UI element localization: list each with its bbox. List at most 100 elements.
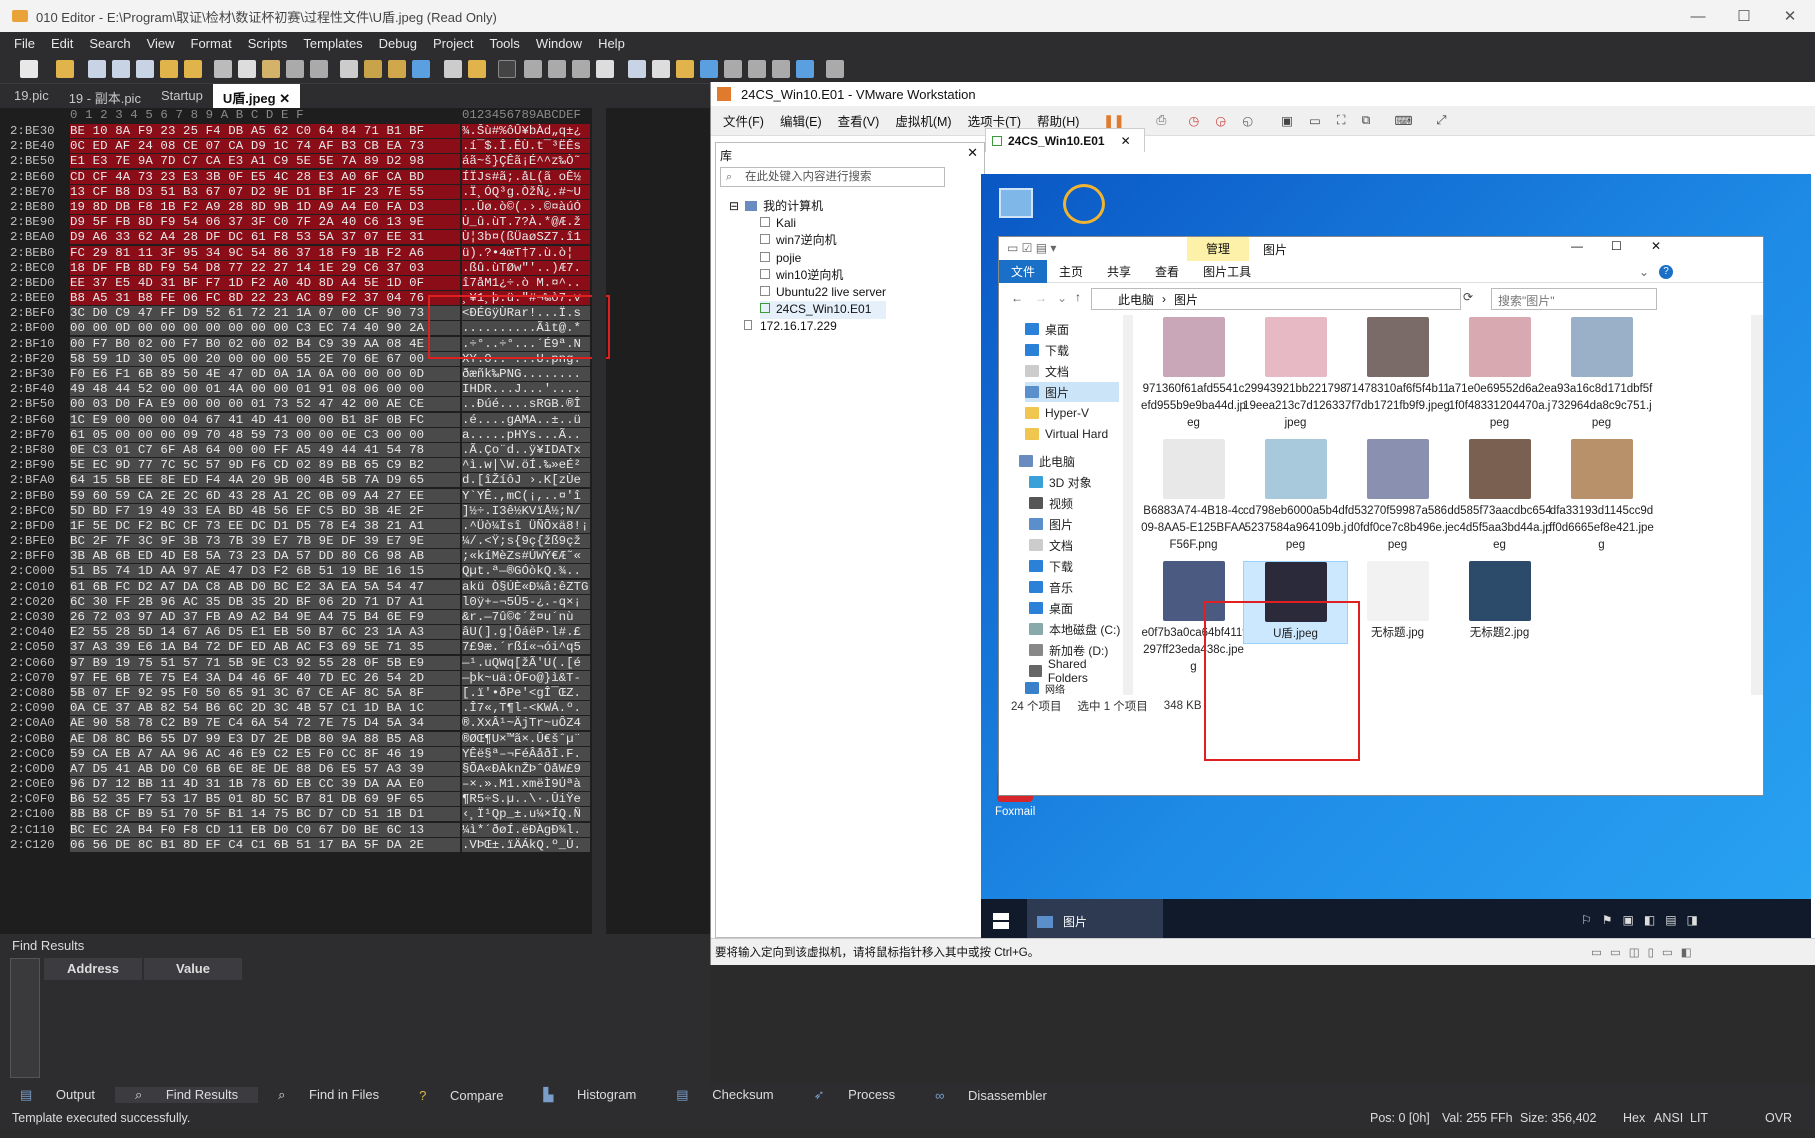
hex-ascii[interactable]: Qµt.ª—®GÓòkQ.¾..	[462, 564, 590, 579]
hex-bytes[interactable]: E2 55 28 5D 14 67 A6 D5 E1 EB 50 B7 6C 2…	[70, 625, 460, 640]
hex-ascii[interactable]: [.ï'•ðPe'<gÎ¯ŒZ.	[462, 685, 590, 700]
tree-remote-host[interactable]: 172.16.17.229	[744, 319, 837, 333]
file-item[interactable]: 71478310af6f5f4b117f7db1721fb9f9.jpeg	[1345, 317, 1450, 415]
nav-this-pc[interactable]: 此电脑	[1019, 451, 1075, 471]
hex-ascii[interactable]: ;«kíMèZs#ÚWÝ€Æ˜«	[462, 549, 590, 564]
copy-icon[interactable]	[238, 60, 256, 78]
nav-drive-c[interactable]: 本地磁盘 (C:)	[1029, 619, 1120, 639]
hex-bytes[interactable]: CD CF 4A 73 23 E3 3B 0F E5 4C 28 E3 A0 6…	[70, 169, 460, 184]
hex-bytes[interactable]: 00 03 D0 FA E9 00 00 00 01 73 52 47 42 0…	[70, 397, 460, 412]
histogram-icon[interactable]	[700, 60, 718, 78]
status-ansi[interactable]: ANSI	[1654, 1111, 1683, 1125]
text-mode-icon[interactable]	[524, 60, 542, 78]
tab-19-pic[interactable]: 19.pic	[0, 84, 59, 108]
ribbon-manage[interactable]: 管理	[1187, 237, 1249, 261]
tree-my-computer[interactable]: ⊟ 我的计算机	[729, 197, 823, 214]
menu-file[interactable]: File	[0, 36, 43, 51]
nav-pc-pictures[interactable]: 图片	[1029, 514, 1073, 534]
vm-menu-file[interactable]: 文件(F)	[711, 111, 772, 130]
paragraph-icon[interactable]	[548, 60, 566, 78]
up-icon[interactable]: ↑	[1075, 290, 1081, 304]
vm-item-pojie[interactable]: pojie	[760, 250, 886, 267]
hex-bytes[interactable]: 3C D0 C9 47 FF D9 52 61 72 21 1A 07 00 C…	[70, 306, 460, 321]
navicat-desktop-icon[interactable]	[1063, 184, 1105, 224]
ribbon-tab-picture-tools[interactable]: 图片工具	[1191, 260, 1263, 283]
refresh-icon[interactable]: ⟳	[1463, 290, 1473, 304]
hex-bytes[interactable]: 97 B9 19 75 51 57 71 5B 9E C3 92 55 28 0…	[70, 655, 460, 670]
menu-window[interactable]: Window	[528, 36, 590, 51]
collapse-icon[interactable]: ⊟	[729, 199, 739, 213]
save-all-icon[interactable]	[136, 60, 154, 78]
mov-icon[interactable]	[772, 60, 790, 78]
hex-ascii[interactable]: áã~š}ÇÊã¡É^^z‰Ò˜	[462, 154, 590, 169]
hex-ascii[interactable]: Y`YÊ.,mC(¡,..¤'î	[462, 488, 590, 503]
hex-ascii[interactable]: .í¯$.Î.ÊÙ.t¯³ËÊs	[462, 139, 590, 154]
hex-bytes[interactable]: AE D8 8C B6 55 D7 99 E3 D7 2E DB 80 9A 8…	[70, 731, 460, 746]
menu-format[interactable]: Format	[183, 36, 240, 51]
tab-checksum[interactable]: ▤ Checksum	[656, 1087, 793, 1103]
hex-bytes[interactable]: 13 CF B8 D3 51 B3 67 07 D2 9E D1 BF 1F 2…	[70, 184, 460, 199]
hex-bytes[interactable]: 61 05 00 00 00 09 70 48 59 73 00 00 0E C…	[70, 427, 460, 442]
bookmark-icon[interactable]	[444, 60, 462, 78]
compare-icon[interactable]	[676, 60, 694, 78]
hex-bytes[interactable]: 1C E9 00 00 00 04 67 41 4D 41 00 00 B1 8…	[70, 412, 460, 427]
hex-bytes[interactable]: 0E C3 01 C7 6F A8 64 00 00 FF A5 49 44 4…	[70, 442, 460, 457]
hex-ascii[interactable]: ‹¸Ï¹Qp_±.u¼×ÍQ.Ñ	[462, 807, 590, 822]
hex-ascii[interactable]: .VÞŒ±.ïÄÁkQ.º_Ú.	[462, 837, 590, 852]
nav-documents[interactable]: 文档	[1025, 361, 1069, 381]
minimize-button[interactable]: —	[1675, 0, 1721, 32]
hex-ascii[interactable]: .é....gAMA..±..ü	[462, 412, 590, 427]
explorer-search-input[interactable]: 搜索"图片"	[1491, 288, 1657, 310]
save-as-icon[interactable]	[112, 60, 130, 78]
vm-item-24cs[interactable]: 24CS_Win10.E01	[760, 301, 887, 319]
tab-find-in-files[interactable]: ⌕ Find in Files	[258, 1087, 399, 1103]
hex-ascii[interactable]: l0ÿ+–¬5Û5-¿.-q×¡	[462, 594, 590, 609]
nav-pc-downloads[interactable]: 下载	[1029, 556, 1073, 576]
send-keys-icon[interactable]: ⎙	[1132, 113, 1174, 128]
vm-device-icons[interactable]: ▭▭◫▯▭◧	[1591, 945, 1700, 959]
hex-bytes[interactable]: 96 D7 12 BB 11 4D 31 1B 78 6D EB CC 39 D…	[70, 777, 460, 792]
hex-bytes[interactable]: A7 D5 41 AB D0 C0 6B 6E 8E DE 88 D6 E5 5…	[70, 761, 460, 776]
hex-bytes[interactable]: 18 DF FB 8D F9 54 D8 77 22 27 14 1E 29 C…	[70, 260, 460, 275]
col-value[interactable]: Value	[144, 958, 242, 980]
hex-bytes[interactable]: 58 59 1D 30 05 00 20 00 00 00 55 2E 70 6…	[70, 351, 460, 366]
open-file-icon[interactable]	[56, 60, 74, 78]
menu-project[interactable]: Project	[425, 36, 481, 51]
hex-ascii[interactable]: Ù¦3b¤(ßÜaøSZ7.î1	[462, 230, 590, 245]
library-view-icon[interactable]: ▣	[1261, 113, 1301, 128]
script-icon[interactable]	[796, 60, 814, 78]
hex-ascii[interactable]: a.....pHYs...Ã..	[462, 427, 590, 442]
find-in-files-icon[interactable]	[388, 60, 406, 78]
file-item[interactable]: cd798eb6000a5b4df5237584a964109b.jpeg	[1243, 439, 1348, 554]
hex-ascii[interactable]: ðæñk‰PNG........	[462, 367, 590, 381]
breadcrumb-pictures[interactable]: 图片	[1174, 291, 1198, 308]
ribbon-tab-share[interactable]: 共享	[1095, 260, 1143, 283]
paste-icon[interactable]	[262, 60, 280, 78]
vm-tab[interactable]: 24CS_Win10.E01 ✕	[985, 128, 1145, 152]
tray-icons[interactable]: ⚐⚑▣◧▤◨	[1581, 913, 1708, 927]
hex-ascii[interactable]: ..Ðúé....sRGB.®Î	[462, 397, 590, 412]
nav-pictures[interactable]: 图片	[1025, 382, 1119, 402]
hex-bytes[interactable]: 26 72 03 97 AD 37 FB A9 A2 B4 9E A4 75 B…	[70, 610, 460, 624]
tab-process[interactable]: ➶ Process	[794, 1087, 916, 1103]
file-item[interactable]: 971360f61afd5541cefd955b9e9ba44d.jpeg	[1141, 317, 1246, 432]
menu-search[interactable]: Search	[81, 36, 138, 51]
hex-ascii[interactable]: ..Ûø.ò©(.›.©¤àúÓ	[462, 199, 590, 214]
goto-icon[interactable]	[412, 60, 430, 78]
hex-bytes[interactable]: 8B B8 CF B9 51 70 5F B1 14 75 BC D7 CD 5…	[70, 807, 460, 822]
highlight-icon[interactable]	[596, 60, 614, 78]
hex-bytes[interactable]: BC EC 2A B4 F0 F8 CD 11 EB D0 C0 67 D0 B…	[70, 822, 460, 837]
tab-find-results[interactable]: ⌕ Find Results	[114, 1087, 259, 1103]
menu-view[interactable]: View	[139, 36, 183, 51]
hex-ascii[interactable]: —¹.uQWq[žÃ'U(.[é	[462, 655, 590, 670]
nav-scrollbar[interactable]	[1123, 315, 1133, 695]
nav-shared-folders[interactable]: Shared Folders	[1029, 657, 1123, 685]
help-icon[interactable]: ?	[1659, 264, 1673, 279]
hex-ascii[interactable]: .^Üò¼Ïsî ÜÑÕxä8!¡	[462, 518, 590, 533]
hex-bytes[interactable]: 06 56 DE 8C B1 8D EF C4 C1 6B 51 17 BA 5…	[70, 837, 460, 852]
start-icon[interactable]	[993, 913, 1009, 929]
tab-disassembler[interactable]: ∞ Disassembler	[915, 1088, 1067, 1103]
vm-menu-edit[interactable]: 编辑(E)	[772, 111, 830, 130]
hex-ascii[interactable]: ÍÏJs#ã;.åL(ã oÊ½	[462, 169, 590, 184]
hex-bytes[interactable]: 51 B5 74 1D AA 97 AE 47 D3 F2 6B 51 19 B…	[70, 564, 460, 579]
